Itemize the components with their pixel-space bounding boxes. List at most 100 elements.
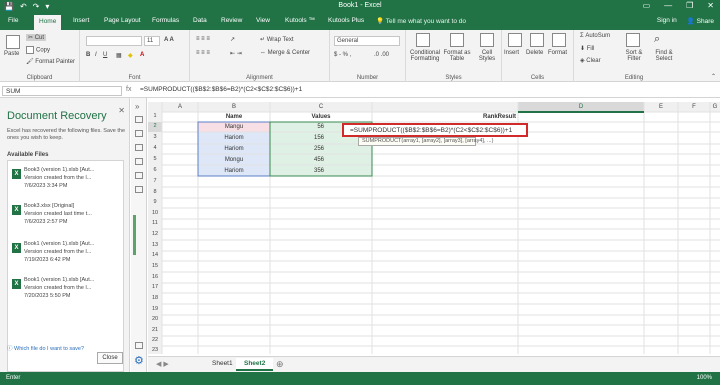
table-cell-name[interactable]: Hariom [198,135,270,141]
row-header[interactable]: 10 [148,210,162,216]
align-top-icon[interactable]: ≡ ≡ ≡ [196,36,210,42]
column-header-b[interactable]: B [198,102,270,112]
cell-formula-text[interactable]: =SUMPRODUCT(($B$2:$B$6=B2)*(C2<$C$2:$C$6… [350,127,512,134]
table-cell-value[interactable]: 356 [270,168,372,174]
autosum-button[interactable]: Σ AutoSum [580,33,610,39]
format-as-table-icon[interactable] [450,33,464,47]
share-pane-icon[interactable] [135,342,143,349]
row-header[interactable]: 3 [148,134,162,140]
row-header[interactable]: 2 [148,123,162,129]
row-header[interactable]: 20 [148,316,162,322]
row-header[interactable]: 19 [148,306,162,312]
row-header[interactable]: 4 [148,145,162,151]
column-header-f[interactable]: F [678,102,710,112]
cell-edit-box[interactable]: =SUMPRODUCT(($B$2:$B$6=B2)*(C2<$C$2:$C$6… [342,123,528,137]
table-cell-value[interactable]: 256 [270,146,372,152]
italic-icon[interactable]: I [95,52,97,58]
autotext-icon[interactable] [135,144,143,151]
tab-review[interactable]: Review [221,17,242,24]
sign-in-link[interactable]: Sign in [657,17,677,25]
format-as-table-button[interactable]: Format as Table [442,50,472,62]
orientation-icon[interactable]: ↗ [230,36,235,43]
row-header[interactable]: 8 [148,189,162,195]
align-left-icon[interactable]: ≡ ≡ ≡ [196,50,210,56]
tab-file[interactable]: File [8,17,18,24]
copy-button[interactable]: Copy [26,46,50,54]
formula-input[interactable]: =SUMPRODUCT(($B$2:$B$6=B2)*(C2<$C$2:$C$6… [140,86,302,93]
recovery-close-button[interactable]: Close [97,352,123,364]
sort-filter-icon[interactable] [626,33,640,47]
indent-icon[interactable]: ⇤ ⇥ [230,50,242,57]
decimal-icon[interactable]: .0 .00 [374,52,389,58]
fill-button[interactable]: ⬇ Fill [580,45,594,52]
font-name-box[interactable] [86,36,142,46]
row-header[interactable]: 1 [148,113,162,119]
header-rank-result[interactable]: RankResult [372,114,518,120]
format-cells-button[interactable]: Format [548,50,567,56]
pane-close-icon[interactable]: ✕ [118,106,125,115]
add-sheet-icon[interactable]: ⊕ [276,359,284,370]
fill-color-icon[interactable]: ◆ [128,52,133,59]
column-header-a[interactable]: A [162,102,198,112]
ribbon-display-icon[interactable]: ▭ [643,1,651,10]
row-header[interactable]: 9 [148,199,162,205]
gear-icon[interactable]: ⚙ [134,354,144,367]
tell-me-search[interactable]: 💡 Tell me what you want to do [376,17,466,25]
insert-cells-icon[interactable] [508,33,522,47]
clear-button[interactable]: ◈ Clear [580,57,601,64]
tab-kutools[interactable]: Kutools ™ [285,17,315,24]
find-select-button[interactable]: Find & Select [650,50,678,62]
row-header[interactable]: 5 [148,156,162,162]
number-format-box[interactable]: General [334,36,400,46]
conditional-formatting-icon[interactable] [416,33,430,47]
find-replace-icon[interactable] [135,186,143,193]
row-header[interactable]: 22 [148,337,162,343]
currency-icon[interactable]: $ - % , [334,52,351,58]
navigation-icon[interactable] [135,116,143,123]
cell-styles-icon[interactable] [480,33,494,47]
conditional-formatting-button[interactable]: Conditional Formatting [408,50,442,62]
row-header[interactable]: 12 [148,231,162,237]
minimize-button[interactable]: — [664,1,672,10]
row-header[interactable]: 13 [148,242,162,248]
collapse-ribbon-icon[interactable]: ⌃ [711,73,716,80]
column-header-d[interactable]: D [518,102,644,112]
row-header[interactable]: 15 [148,263,162,269]
pane-resize-strip[interactable] [133,215,136,255]
table-cell-name[interactable]: Mangu [198,124,270,130]
cell-styles-button[interactable]: Cell Styles [476,50,498,62]
format-painter-button[interactable]: 🖌 Format Painter [26,58,75,65]
column-header-e[interactable]: E [644,102,678,112]
row-header[interactable]: 11 [148,220,162,226]
wrap-text-button[interactable]: ↵ Wrap Text [260,36,294,43]
name-box[interactable]: SUM [2,86,122,96]
row-header[interactable]: 21 [148,327,162,333]
workbook-icon[interactable] [135,130,143,137]
cut-button[interactable]: ✂ Cut [26,34,47,41]
format-cells-icon[interactable] [552,33,566,47]
underline-icon[interactable]: U [103,52,107,58]
column-header-c[interactable]: C [270,102,372,112]
restore-button[interactable]: ❐ [686,1,693,10]
row-header[interactable]: 16 [148,274,162,280]
column-header-g[interactable]: G [710,102,720,112]
tab-kutools-plus[interactable]: Kutools Plus [328,17,364,24]
insert-cells-button[interactable]: Insert [504,50,519,56]
tab-page-layout[interactable]: Page Layout [104,17,141,24]
font-size-box[interactable]: 11 [144,36,160,46]
share-button[interactable]: 👤 Share [687,17,714,25]
table-cell-name[interactable]: Hariom [198,146,270,152]
sheet-scroll-arrows[interactable]: ◀ ▶ [156,360,169,368]
delete-cells-button[interactable]: Delete [526,50,543,56]
name-manager-icon[interactable] [135,158,143,165]
grow-font-icon[interactable]: A A [164,37,174,43]
row-header[interactable]: 14 [148,252,162,258]
zoom-level[interactable]: 100% [697,375,712,381]
tab-view[interactable]: View [256,17,270,24]
close-button[interactable]: ✕ [707,1,714,10]
delete-cells-icon[interactable] [530,33,544,47]
which-file-link[interactable]: ⓘ Which file do I want to save? [7,344,84,352]
tab-data[interactable]: Data [193,17,207,24]
row-header[interactable]: 23 [148,347,162,353]
expand-pane-icon[interactable]: » [135,102,139,111]
